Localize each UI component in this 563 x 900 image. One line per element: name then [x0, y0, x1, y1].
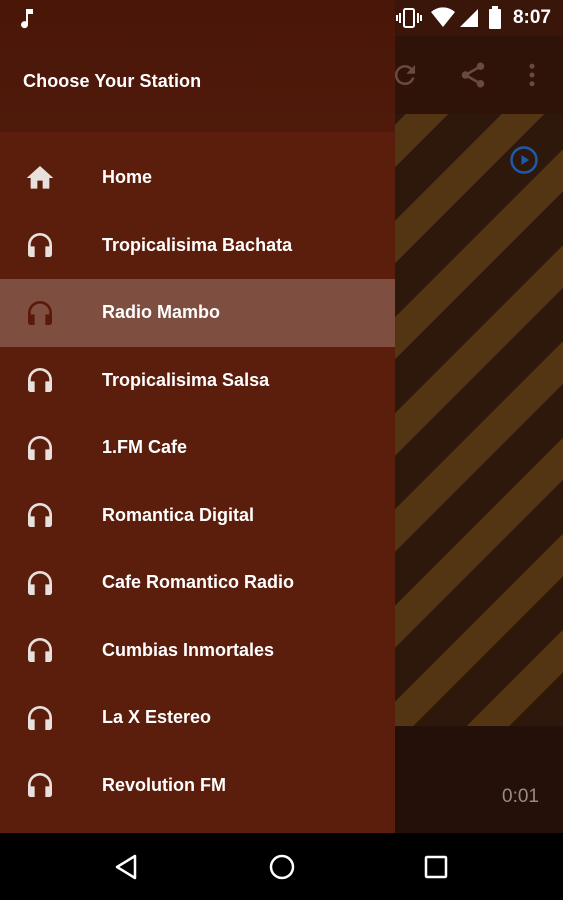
- home-icon: [24, 162, 56, 194]
- menu-item-station[interactable]: Cafe Romantico Radio: [0, 549, 395, 617]
- menu-item-label: Radio Mambo: [102, 302, 221, 323]
- headphones-icon: [24, 567, 56, 599]
- drawer-header: Choose Your Station: [0, 0, 395, 132]
- music-note-icon: [18, 0, 36, 36]
- menu-item-station[interactable]: Revolution FM: [0, 752, 395, 820]
- menu-item-label: Revolution FM: [102, 774, 226, 795]
- headphones-icon: [24, 297, 56, 329]
- wifi-icon: [430, 0, 456, 36]
- menu-item-label: Tropicalisima Salsa: [102, 369, 270, 390]
- navigation-drawer: Choose Your Station Home Tropicalisima B…: [0, 0, 395, 833]
- menu-item-label: Home: [102, 167, 153, 188]
- back-icon[interactable]: [106, 847, 146, 887]
- signal-icon: [458, 0, 480, 36]
- station-list: Home Tropicalisima Bachata Radio Mambo T…: [0, 144, 395, 819]
- headphones-icon: [24, 432, 56, 464]
- menu-item-label: Cafe Romantico Radio: [102, 572, 295, 593]
- menu-item-label: Cumbias Inmortales: [102, 639, 275, 660]
- menu-item-station[interactable]: La X Estereo: [0, 684, 395, 752]
- menu-item-label: Romantica Digital: [102, 504, 255, 525]
- menu-item-station[interactable]: Cumbias Inmortales: [0, 617, 395, 685]
- elapsed-time: 0:01: [502, 786, 539, 807]
- menu-item-label: La X Estereo: [102, 707, 212, 728]
- menu-item-station[interactable]: Tropicalisima Bachata: [0, 212, 395, 280]
- menu-item-label: Tropicalisima Bachata: [102, 234, 293, 255]
- battery-icon: [488, 0, 502, 36]
- headphones-icon: [24, 634, 56, 666]
- vibrate-icon: [396, 0, 422, 36]
- menu-item-station-selected[interactable]: Radio Mambo: [0, 279, 395, 347]
- menu-item-station[interactable]: Romantica Digital: [0, 482, 395, 550]
- more-vert-icon[interactable]: [515, 58, 549, 92]
- headphones-icon: [24, 702, 56, 734]
- drawer-title: Choose Your Station: [23, 71, 202, 91]
- headphones-icon: [24, 229, 56, 261]
- menu-item-home[interactable]: Home: [0, 144, 395, 212]
- menu-item-station[interactable]: Tropicalisima Salsa: [0, 347, 395, 415]
- share-icon[interactable]: [456, 58, 490, 92]
- home-circle-icon[interactable]: [262, 847, 302, 887]
- headphones-icon: [24, 769, 56, 801]
- headphones-icon: [24, 499, 56, 531]
- system-nav-bar: [0, 833, 563, 900]
- headphones-icon: [24, 364, 56, 396]
- recents-icon[interactable]: [416, 847, 456, 887]
- status-time: 8:07: [512, 7, 551, 28]
- play-circle-icon[interactable]: [509, 145, 539, 175]
- menu-item-station[interactable]: 1.FM Cafe: [0, 414, 395, 482]
- menu-item-label: 1.FM Cafe: [102, 437, 188, 458]
